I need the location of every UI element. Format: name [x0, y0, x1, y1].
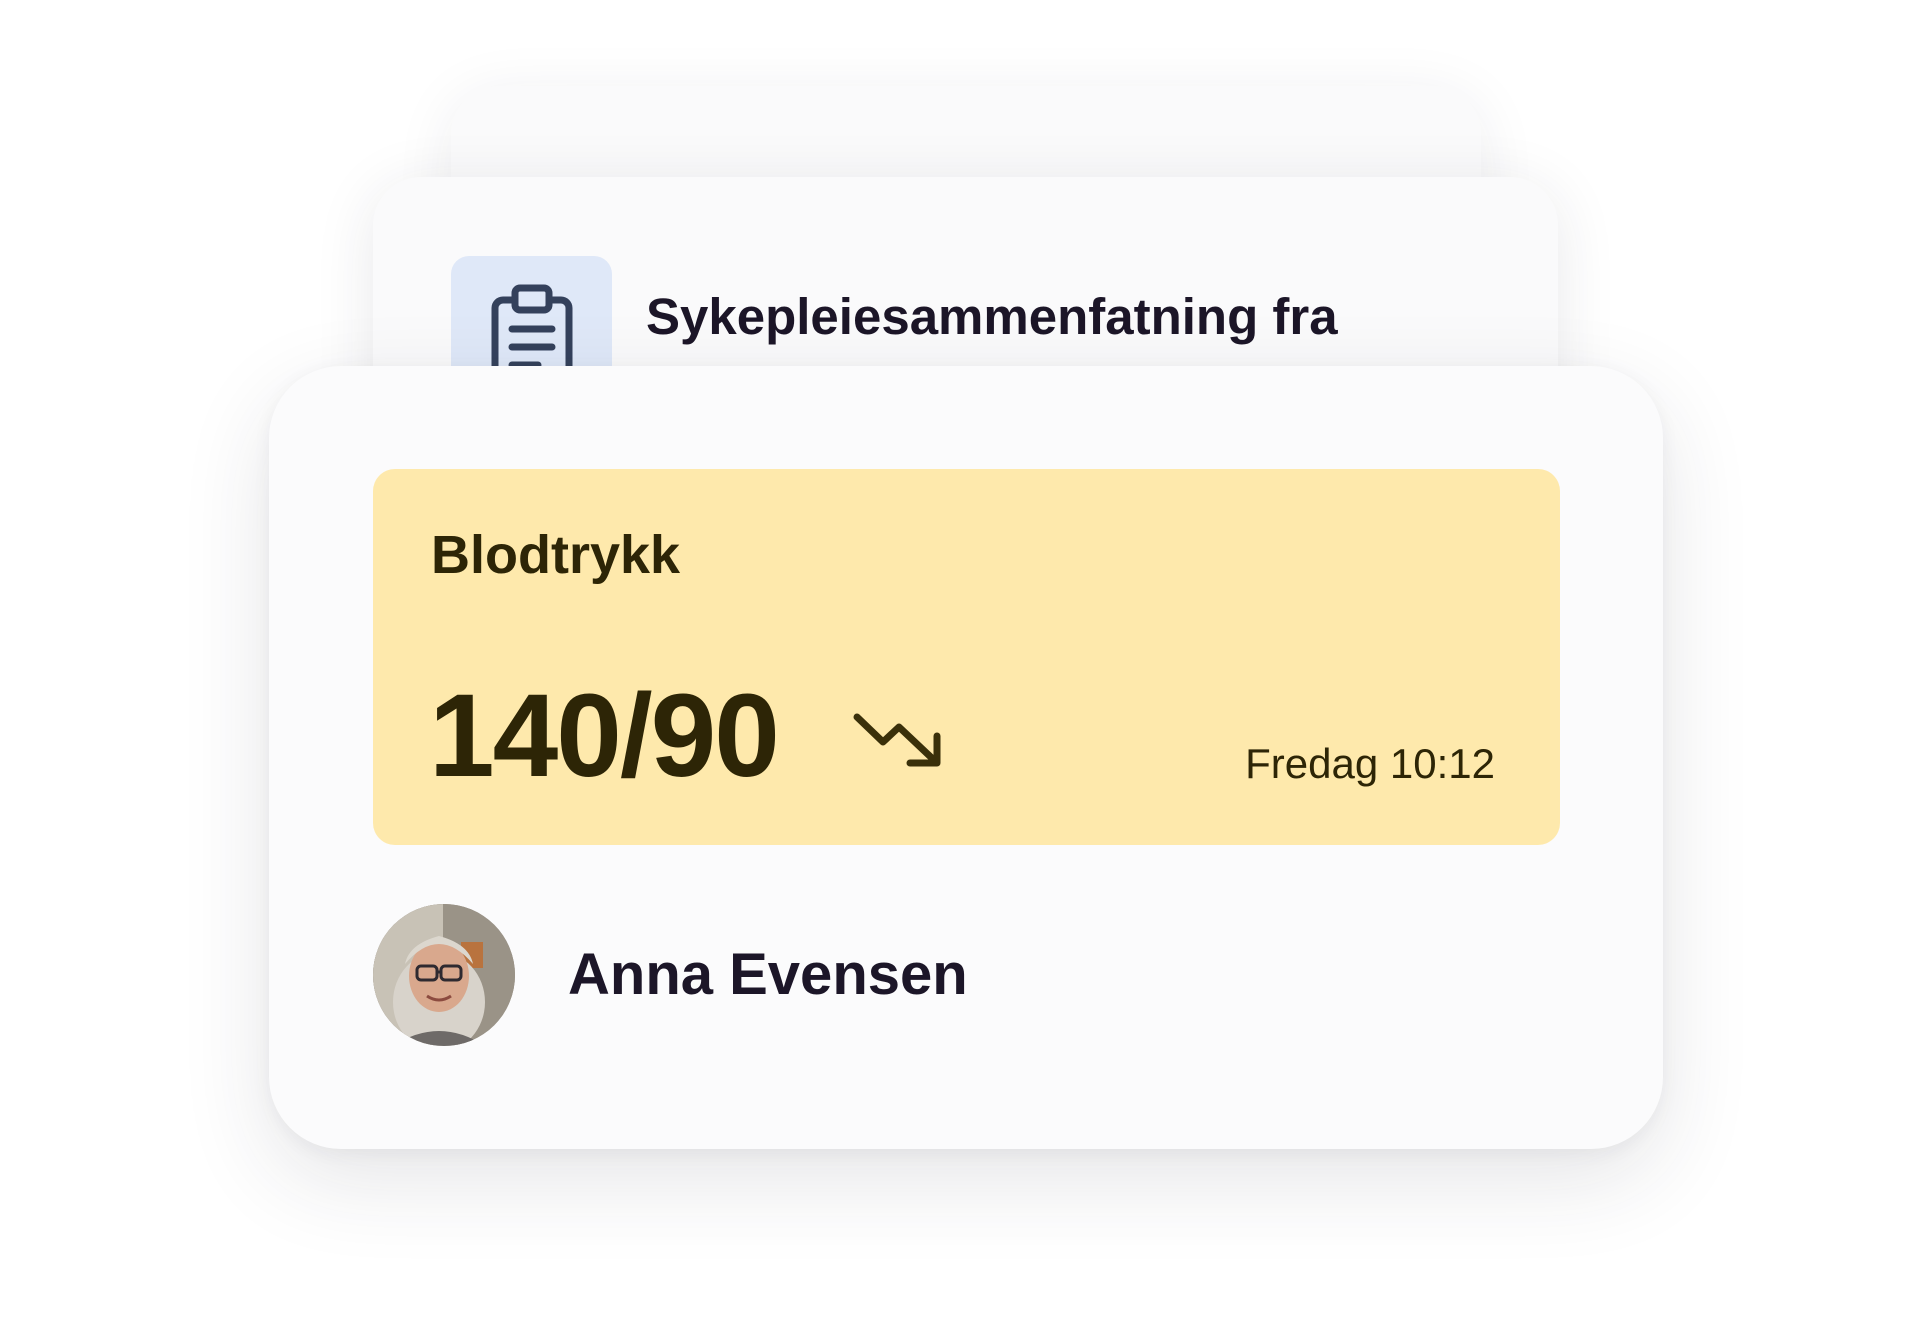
person-name: Anna Evensen: [568, 942, 968, 1007]
measurement-card[interactable]: Blodtrykk 140/90 Fredag 10:12 Anna Evens…: [269, 366, 1663, 1149]
blood-pressure-panel[interactable]: Blodtrykk 140/90 Fredag 10:12: [373, 469, 1560, 845]
trending-down-icon: [853, 713, 941, 767]
measurement-time: Fredag 10:12: [1245, 740, 1495, 787]
avatar: [373, 904, 515, 1046]
note-title: Sykepleiesammenfatning fra: [646, 288, 1338, 345]
metric-value: 140/90: [429, 670, 780, 802]
metric-label: Blodtrykk: [431, 525, 681, 585]
